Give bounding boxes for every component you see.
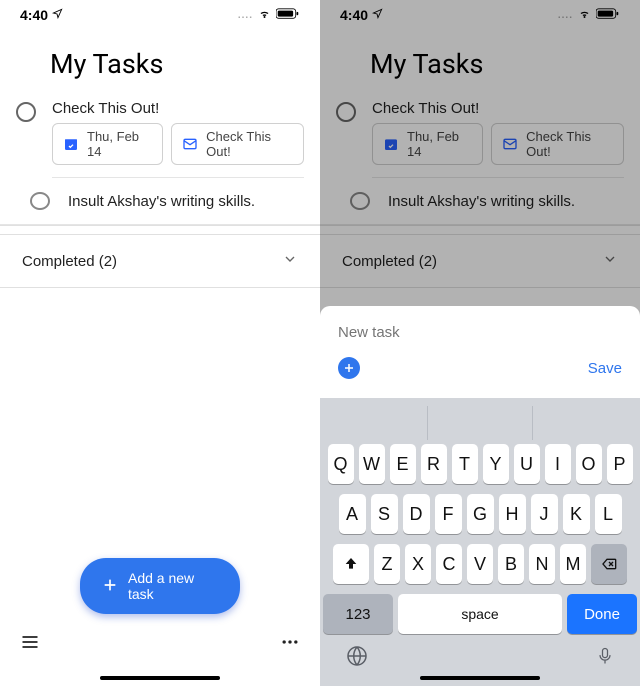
key-n[interactable]: N xyxy=(529,544,555,584)
calendar-icon xyxy=(63,136,79,152)
home-indicator xyxy=(420,676,540,680)
shift-key[interactable] xyxy=(333,544,369,584)
completed-section[interactable]: Completed (2) xyxy=(0,235,320,288)
more-icon[interactable] xyxy=(280,632,300,657)
key-p[interactable]: P xyxy=(607,444,633,484)
key-s[interactable]: S xyxy=(371,494,398,534)
keyboard-suggestions xyxy=(323,406,637,440)
add-details-button[interactable] xyxy=(338,357,360,379)
globe-icon[interactable] xyxy=(345,644,369,673)
add-task-fab[interactable]: Add a new task xyxy=(80,558,240,614)
clock-time: 4:40 xyxy=(20,7,48,23)
device-left: 4:40 .... My Tasks Check This Out! xyxy=(0,0,320,686)
key-l[interactable]: L xyxy=(595,494,622,534)
key-q[interactable]: Q xyxy=(328,444,354,484)
device-right: 4:40 .... My Tasks Check This Out! xyxy=(320,0,640,686)
link-chip[interactable]: Check This Out! xyxy=(171,123,304,165)
space-key[interactable]: space xyxy=(398,594,562,634)
key-f[interactable]: F xyxy=(435,494,462,534)
key-j[interactable]: J xyxy=(531,494,558,534)
suggestion-slot[interactable] xyxy=(533,406,637,440)
key-t[interactable]: T xyxy=(452,444,478,484)
key-z[interactable]: Z xyxy=(374,544,400,584)
key-b[interactable]: B xyxy=(498,544,524,584)
mic-icon[interactable] xyxy=(595,644,615,673)
key-e[interactable]: E xyxy=(390,444,416,484)
section-divider xyxy=(0,225,320,235)
key-m[interactable]: M xyxy=(560,544,586,584)
task-item[interactable]: Check This Out! Thu, Feb 14 Check This O… xyxy=(0,98,320,178)
home-indicator xyxy=(100,676,220,680)
keyboard-row-bottom: 123 space Done xyxy=(323,594,637,634)
plus-icon xyxy=(102,577,118,596)
bottom-toolbar xyxy=(0,624,320,664)
new-task-input[interactable] xyxy=(338,318,622,357)
suggestion-slot[interactable] xyxy=(428,406,533,440)
key-i[interactable]: I xyxy=(545,444,571,484)
location-icon xyxy=(52,8,63,22)
status-bar: 4:40 .... xyxy=(0,0,320,30)
subtask-item[interactable]: Insult Akshay's writing skills. xyxy=(0,188,320,225)
key-h[interactable]: H xyxy=(499,494,526,534)
date-chip-label: Thu, Feb 14 xyxy=(87,129,152,159)
keyboard-row-1: QWERTYUIOP xyxy=(323,444,637,484)
keyboard: QWERTYUIOP ASDFGHJKL ZXCVBNM 123 space D… xyxy=(320,398,640,686)
keyboard-row-2: ASDFGHJKL xyxy=(323,494,637,534)
task-title: Check This Out! xyxy=(52,98,304,123)
subtask-complete-radio[interactable] xyxy=(30,192,50,210)
task-complete-radio[interactable] xyxy=(16,102,36,122)
key-u[interactable]: U xyxy=(514,444,540,484)
fab-label: Add a new task xyxy=(128,570,218,602)
page-header: My Tasks xyxy=(0,30,320,80)
suggestion-slot[interactable] xyxy=(323,406,428,440)
date-chip[interactable]: Thu, Feb 14 xyxy=(52,123,163,165)
completed-label: Completed (2) xyxy=(22,253,117,270)
key-w[interactable]: W xyxy=(359,444,385,484)
key-g[interactable]: G xyxy=(467,494,494,534)
battery-icon xyxy=(276,7,300,23)
subtask-label: Insult Akshay's writing skills. xyxy=(68,193,255,210)
key-v[interactable]: V xyxy=(467,544,493,584)
key-k[interactable]: K xyxy=(563,494,590,534)
wifi-icon xyxy=(257,7,272,23)
key-c[interactable]: C xyxy=(436,544,462,584)
done-key[interactable]: Done xyxy=(567,594,637,634)
new-task-sheet: Save xyxy=(320,306,640,398)
key-x[interactable]: X xyxy=(405,544,431,584)
numbers-key[interactable]: 123 xyxy=(323,594,393,634)
key-y[interactable]: Y xyxy=(483,444,509,484)
key-d[interactable]: D xyxy=(403,494,430,534)
save-button[interactable]: Save xyxy=(588,360,622,377)
cellular-icon: .... xyxy=(238,10,253,21)
link-chip-label: Check This Out! xyxy=(206,129,293,159)
chevron-down-icon xyxy=(282,251,298,271)
mail-icon xyxy=(182,136,198,152)
task-list: Check This Out! Thu, Feb 14 Check This O… xyxy=(0,80,320,225)
backspace-key[interactable] xyxy=(591,544,627,584)
key-o[interactable]: O xyxy=(576,444,602,484)
key-r[interactable]: R xyxy=(421,444,447,484)
page-title: My Tasks xyxy=(50,48,296,80)
menu-icon[interactable] xyxy=(20,632,40,657)
key-a[interactable]: A xyxy=(339,494,366,534)
keyboard-row-3: ZXCVBNM xyxy=(323,544,637,584)
